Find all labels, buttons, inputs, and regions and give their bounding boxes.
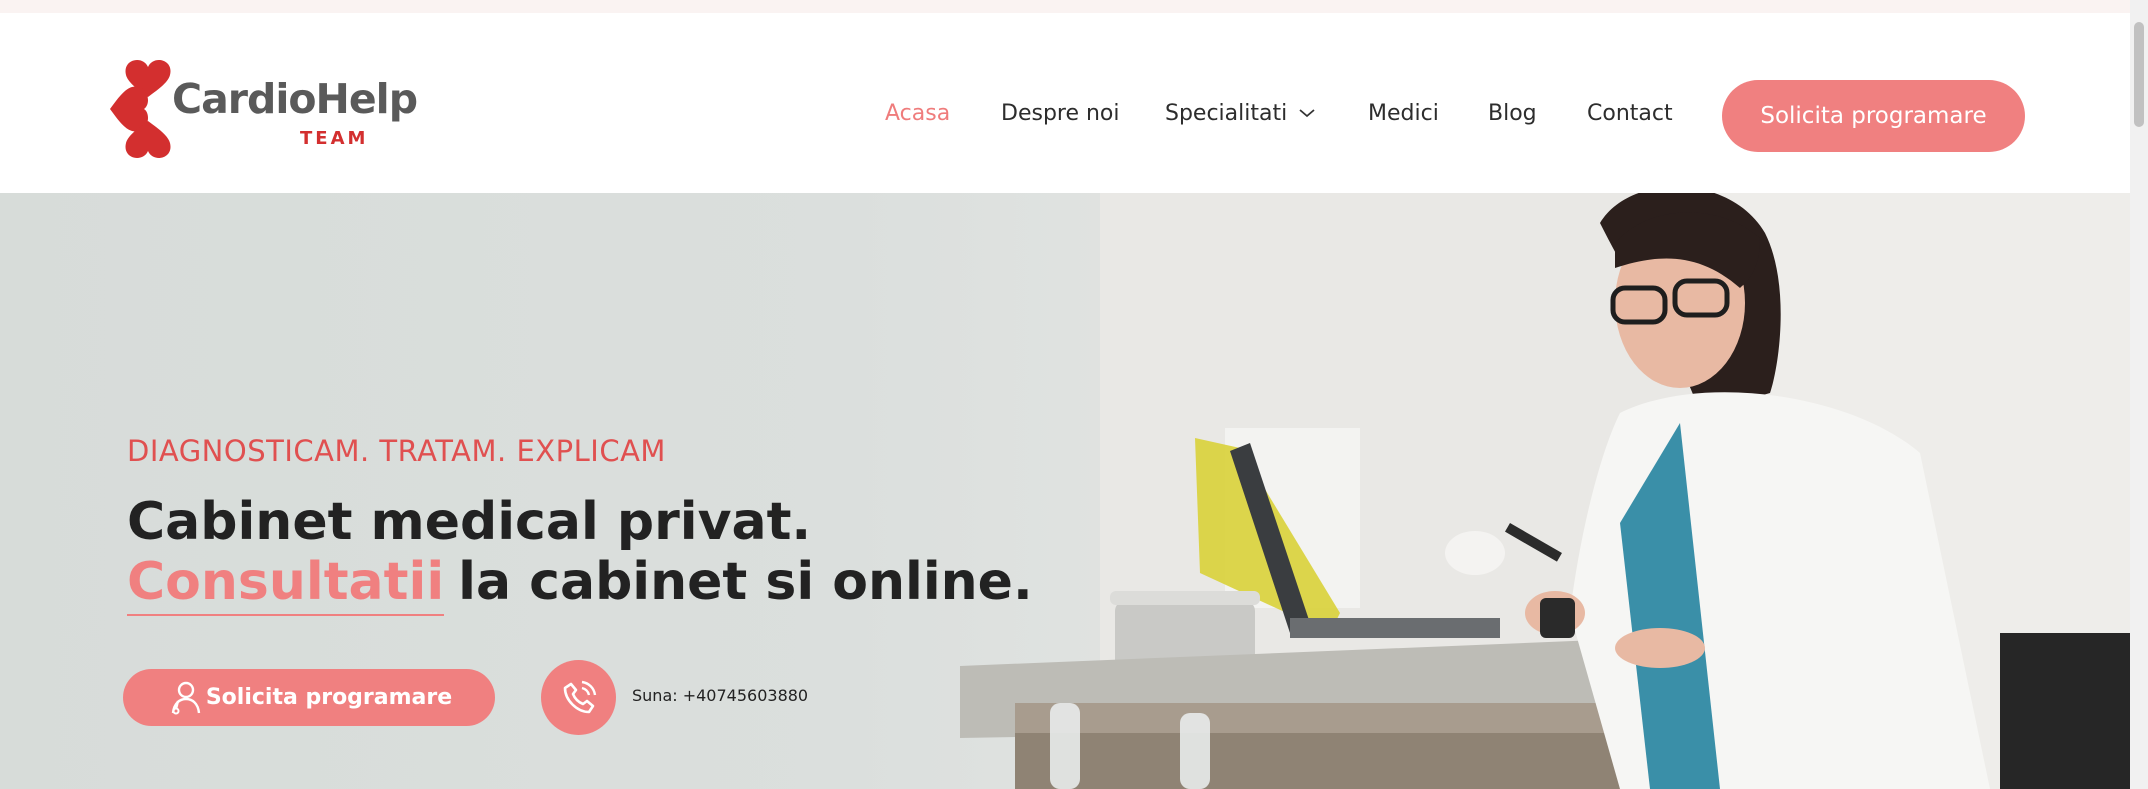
site-header: CardioHelp TEAM Acasa Despre noi Special… [0,13,2130,193]
hero-appointment-label: Solicita programare [205,685,453,710]
brand-name: CardioHelp [172,75,418,123]
phone-icon [563,680,596,713]
logo[interactable]: CardioHelp TEAM [100,57,418,161]
hero-title-line2: Consultatii la cabinet si online. [127,552,1033,616]
header-appointment-button[interactable]: Solicita programare [1722,80,2025,152]
nav-item-specialitati[interactable]: Specialitati [1165,101,1287,126]
scrollbar-thumb[interactable] [2134,22,2144,127]
nav-item-contact[interactable]: Contact [1587,101,1673,126]
brand-tagline: TEAM [300,128,369,149]
nav-item-medici[interactable]: Medici [1368,101,1439,126]
nav-item-acasa[interactable]: Acasa [885,101,950,126]
top-strip [0,0,2148,13]
hero-title-accent: Consultatii [127,552,445,616]
nav-item-despre-noi[interactable]: Despre noi [1001,101,1120,126]
nav-item-blog[interactable]: Blog [1488,101,1537,126]
doctor-icon [171,681,201,714]
phone-number-text: Suna: +40745603880 [632,686,809,705]
hero-title-line1: Cabinet medical privat. [127,492,812,552]
hero-eyebrow: DIAGNOSTICAM. TRATAM. EXPLICAM [127,434,666,468]
phone-call-button[interactable] [541,660,616,735]
hero-appointment-button[interactable]: Solicita programare [123,669,495,726]
chevron-down-icon[interactable] [1298,107,1316,119]
hero-title-rest: la cabinet si online. [458,552,1033,612]
